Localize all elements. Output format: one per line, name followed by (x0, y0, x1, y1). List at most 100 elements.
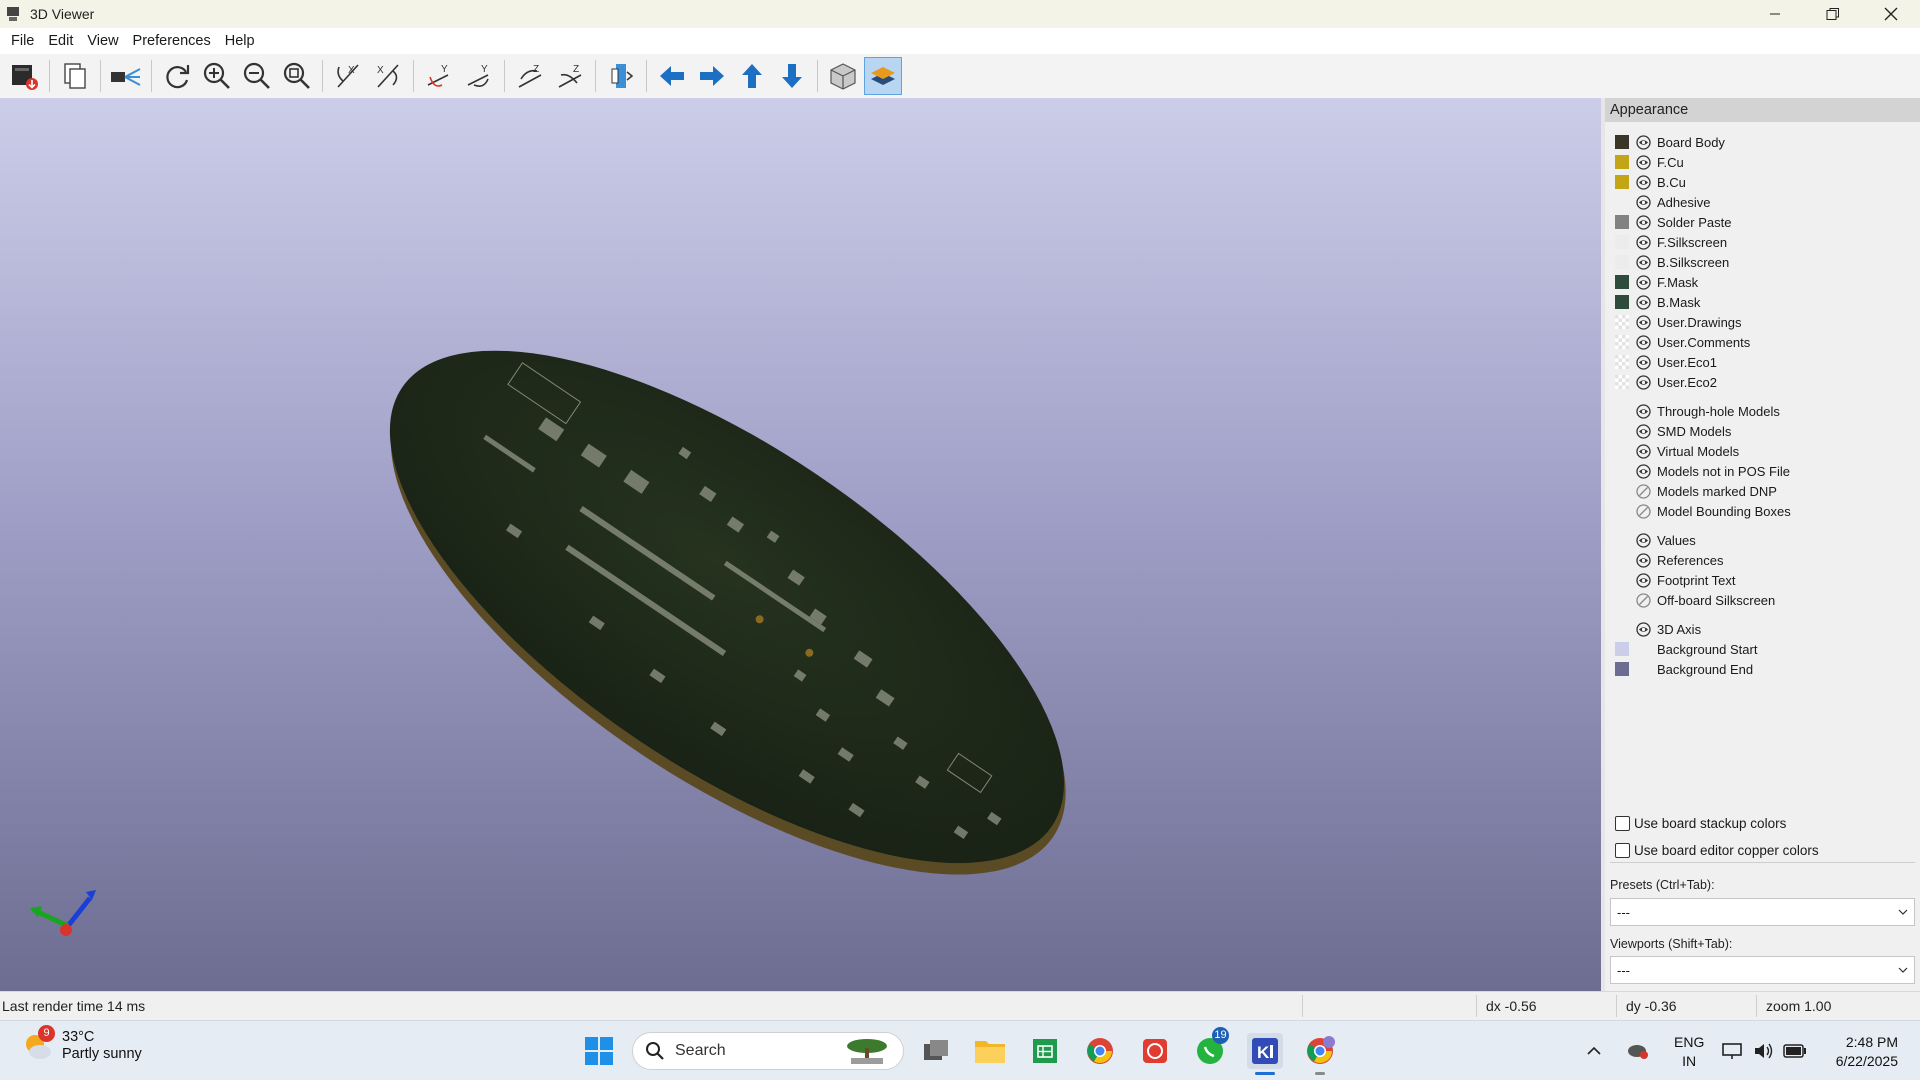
visibility-toggle[interactable] (1635, 274, 1651, 290)
reload-button[interactable] (158, 57, 196, 95)
rotate-y-ccw-button[interactable]: Y (460, 57, 498, 95)
appearance-row[interactable]: User.Drawings (1605, 312, 1920, 332)
menu-file[interactable]: File (4, 33, 41, 49)
visibility-toggle[interactable] (1635, 334, 1651, 350)
color-swatch[interactable] (1615, 642, 1629, 656)
color-swatch[interactable] (1615, 335, 1629, 349)
appearance-row[interactable]: Models marked DNP (1605, 481, 1920, 501)
appearance-row[interactable]: 3D Axis (1605, 619, 1920, 639)
visibility-toggle[interactable] (1635, 314, 1651, 330)
chrome-profile-button[interactable] (1302, 1033, 1338, 1075)
color-swatch[interactable] (1615, 175, 1629, 189)
appearance-row[interactable]: SMD Models (1605, 421, 1920, 441)
menu-edit[interactable]: Edit (41, 33, 80, 49)
color-swatch[interactable] (1615, 295, 1629, 309)
appearance-row[interactable]: Solder Paste (1605, 212, 1920, 232)
color-swatch[interactable] (1615, 255, 1629, 269)
appearance-row[interactable]: F.Mask (1605, 272, 1920, 292)
visibility-toggle[interactable] (1635, 254, 1651, 270)
appearance-row[interactable]: User.Comments (1605, 332, 1920, 352)
appearance-row[interactable]: Board Body (1605, 132, 1920, 152)
visibility-toggle[interactable] (1635, 532, 1651, 548)
visibility-toggle[interactable] (1635, 214, 1651, 230)
appearance-row[interactable]: B.Mask (1605, 292, 1920, 312)
taskbar-search[interactable]: Search (632, 1032, 904, 1070)
show-hidden-icons-button[interactable] (1582, 1033, 1606, 1069)
appearance-row[interactable]: References (1605, 550, 1920, 570)
color-swatch[interactable] (1615, 662, 1629, 676)
appearance-row[interactable]: User.Eco1 (1605, 352, 1920, 372)
color-swatch[interactable] (1615, 235, 1629, 249)
visibility-toggle[interactable] (1635, 294, 1651, 310)
color-swatch[interactable] (1615, 315, 1629, 329)
appearance-row[interactable]: Background End (1605, 659, 1920, 679)
menu-preferences[interactable]: Preferences (126, 33, 218, 49)
start-button[interactable] (581, 1033, 617, 1069)
rotate-x-cw-button[interactable]: X (329, 57, 367, 95)
export-image-button[interactable] (5, 57, 43, 95)
rotate-x-ccw-button[interactable]: X (369, 57, 407, 95)
pan-up-button[interactable] (733, 57, 771, 95)
presets-dropdown[interactable]: --- (1610, 898, 1915, 926)
appearance-row[interactable]: Background Start (1605, 639, 1920, 659)
network-button[interactable] (1720, 1033, 1744, 1069)
appearance-row[interactable]: Virtual Models (1605, 441, 1920, 461)
close-button[interactable] (1862, 0, 1920, 28)
color-swatch[interactable] (1615, 215, 1629, 229)
task-view-button[interactable] (918, 1033, 954, 1069)
chrome-button[interactable] (1082, 1033, 1118, 1069)
weather-widget[interactable]: 9 33°C Partly sunny (22, 1025, 142, 1063)
zoom-in-button[interactable] (198, 57, 236, 95)
visibility-toggle[interactable] (1635, 154, 1651, 170)
visibility-toggle[interactable] (1635, 503, 1651, 519)
layers-manager-button[interactable] (864, 57, 902, 95)
visibility-toggle[interactable] (1635, 592, 1651, 608)
kicad-button[interactable]: K (1247, 1033, 1283, 1075)
tray-app-button[interactable] (1624, 1033, 1652, 1069)
appearance-row[interactable]: Through-hole Models (1605, 401, 1920, 421)
rotate-z-ccw-button[interactable]: Z (551, 57, 589, 95)
use-stackup-colors-checkbox[interactable] (1615, 816, 1630, 831)
visibility-toggle[interactable] (1635, 234, 1651, 250)
viewports-dropdown[interactable]: --- (1610, 956, 1915, 984)
sheets-app-button[interactable] (1027, 1033, 1063, 1069)
pan-left-button[interactable] (653, 57, 691, 95)
color-swatch[interactable] (1615, 355, 1629, 369)
zoom-out-button[interactable] (238, 57, 276, 95)
language-indicator[interactable]: ENG IN (1674, 1033, 1704, 1071)
visibility-toggle[interactable] (1635, 621, 1651, 637)
color-swatch[interactable] (1615, 375, 1629, 389)
volume-button[interactable] (1752, 1033, 1776, 1069)
visibility-toggle[interactable] (1635, 463, 1651, 479)
use-editor-copper-colors-row[interactable]: Use board editor copper colors (1615, 843, 1819, 858)
minimize-button[interactable] (1746, 0, 1804, 28)
use-stackup-colors-row[interactable]: Use board stackup colors (1615, 816, 1786, 831)
use-editor-copper-colors-checkbox[interactable] (1615, 843, 1630, 858)
appearance-row[interactable]: F.Cu (1605, 152, 1920, 172)
restore-button[interactable] (1804, 0, 1862, 28)
appearance-row[interactable]: Models not in POS File (1605, 461, 1920, 481)
appearance-row[interactable]: F.Silkscreen (1605, 232, 1920, 252)
raytracing-button[interactable] (107, 57, 145, 95)
rotate-y-cw-button[interactable]: Y (420, 57, 458, 95)
color-swatch[interactable] (1615, 135, 1629, 149)
appearance-row[interactable]: Adhesive (1605, 192, 1920, 212)
visibility-toggle[interactable] (1635, 443, 1651, 459)
flip-board-button[interactable] (602, 57, 640, 95)
battery-button[interactable] (1782, 1033, 1808, 1069)
red-app-button[interactable] (1137, 1033, 1173, 1069)
appearance-row[interactable]: Footprint Text (1605, 570, 1920, 590)
color-swatch[interactable] (1615, 155, 1629, 169)
visibility-toggle[interactable] (1635, 354, 1651, 370)
clock[interactable]: 2:48 PM 6/22/2025 (1836, 1033, 1898, 1071)
visibility-toggle[interactable] (1635, 174, 1651, 190)
visibility-toggle[interactable] (1635, 483, 1651, 499)
3d-canvas[interactable] (0, 98, 1601, 991)
zoom-fit-button[interactable] (278, 57, 316, 95)
visibility-toggle[interactable] (1635, 134, 1651, 150)
appearance-row[interactable]: User.Eco2 (1605, 372, 1920, 392)
visibility-toggle[interactable] (1635, 194, 1651, 210)
appearance-row[interactable]: B.Silkscreen (1605, 252, 1920, 272)
visibility-toggle[interactable] (1635, 552, 1651, 568)
visibility-toggle[interactable] (1635, 423, 1651, 439)
